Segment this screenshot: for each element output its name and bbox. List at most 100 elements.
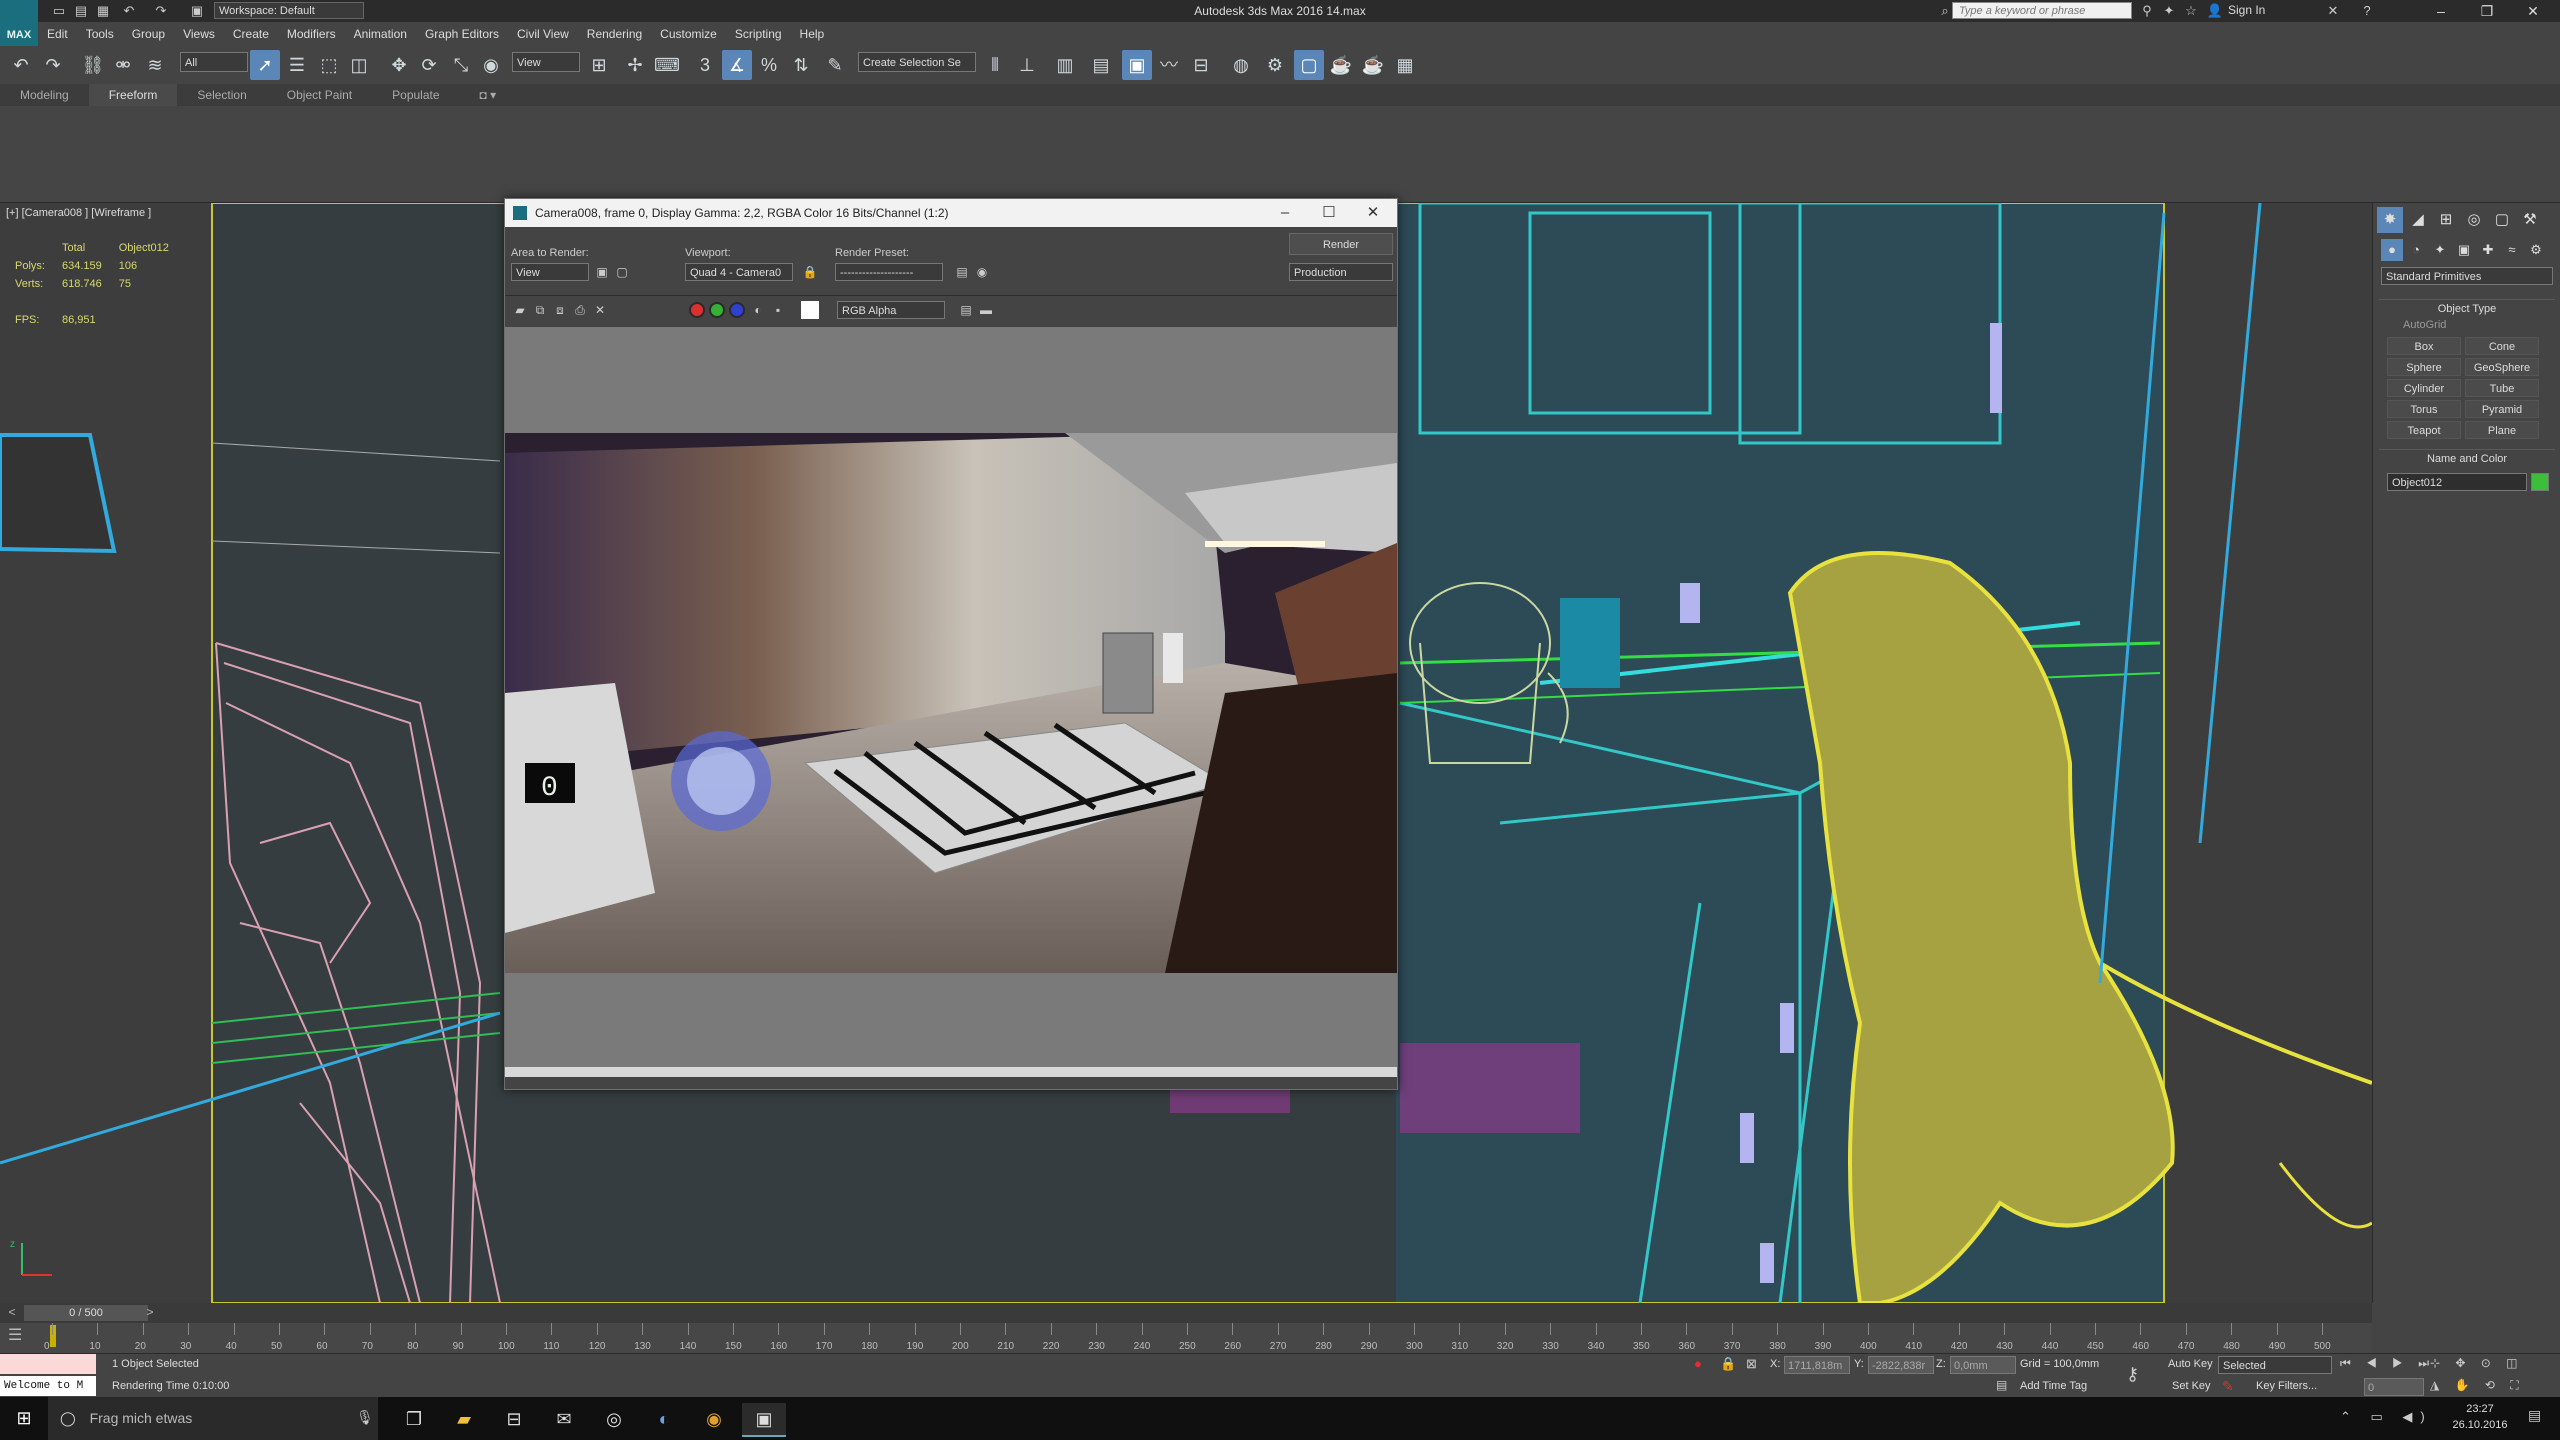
toggle-ui-icon[interactable]: ▬ (977, 301, 995, 319)
display-tab-icon[interactable]: ▢ (2489, 207, 2515, 233)
render-setup-icon[interactable]: ▤ (953, 263, 971, 281)
shapes-icon[interactable]: ◔ (2405, 239, 2427, 261)
object-type-rollout[interactable]: Object Type (2379, 299, 2555, 318)
viewport-select[interactable]: Quad 4 - Camera0 (685, 263, 793, 281)
render-iterative-icon[interactable]: ☕ (1358, 50, 1388, 80)
pyramid-button[interactable]: Pyramid (2465, 400, 2539, 418)
horizontal-scrollbar[interactable] (505, 1067, 1397, 1077)
menu-modifiers[interactable]: Modifiers (278, 22, 345, 46)
add-time-tag-button[interactable]: Add Time Tag (2020, 1380, 2087, 1392)
browser-icon[interactable]: ◐ (642, 1403, 686, 1435)
tube-button[interactable]: Tube (2465, 379, 2539, 397)
named-selection-set-select[interactable]: Create Selection Se (858, 52, 976, 72)
percent-snap-icon[interactable]: % (754, 50, 784, 80)
time-slider[interactable]: < 0 / 500 > (0, 1303, 2372, 1323)
restore-button[interactable]: ❐ (2464, 0, 2510, 22)
toggle-ui-overlay-icon[interactable]: ▤ (957, 301, 975, 319)
system-clock[interactable]: 23:27 26.10.2016 (2440, 1401, 2520, 1433)
place-icon[interactable]: ◉ (476, 50, 506, 80)
track-bar[interactable]: ☰ 0 10 20 30 40 50 60 70 80 90 100 110 120 130 140 150 1… (0, 1323, 2372, 1353)
name-and-color-rollout[interactable]: Name and Color (2379, 449, 2555, 468)
rect-selection-icon[interactable]: ⬚ (314, 50, 344, 80)
new-file-icon[interactable]: ▭ (48, 2, 70, 20)
modify-tab-icon[interactable]: ◢ (2405, 207, 2431, 233)
green-channel-toggle[interactable] (709, 302, 725, 318)
viewport-nav-controls[interactable]: ⊹ ✥ ⊙ ◫ (2430, 1356, 2524, 1370)
edit-named-selection-icon[interactable]: ✎ (820, 50, 850, 80)
y-coordinate-field[interactable]: -2822,838r (1868, 1356, 1934, 1374)
select-and-link-icon[interactable]: ⛓ (78, 50, 108, 80)
lights-icon[interactable]: ✦ (2429, 239, 2451, 261)
selection-lock-icon[interactable]: 🔒 (1720, 1356, 1736, 1372)
menu-edit[interactable]: Edit (38, 22, 77, 46)
viewport-nav-controls-2[interactable]: ◮ ✋ ⟲ ⛶ (2430, 1378, 2525, 1393)
auto-region-icon[interactable]: ▢ (613, 263, 631, 281)
manipulate-icon[interactable]: ✢ (620, 50, 650, 80)
maxscript-listener-input[interactable]: Welcome to M (0, 1376, 96, 1396)
edit-region-icon[interactable]: ▣ (593, 263, 611, 281)
space-warps-icon[interactable]: ≈ (2501, 239, 2523, 261)
isolate-icon[interactable]: ● (1694, 1356, 1702, 1371)
menu-create[interactable]: Create (224, 22, 278, 46)
menu-customize[interactable]: Customize (651, 22, 726, 46)
snaps-toggle-icon[interactable]: 3 (690, 50, 720, 80)
utilities-tab-icon[interactable]: ⚒ (2517, 207, 2543, 233)
menu-views[interactable]: Views (174, 22, 224, 46)
open-file-icon[interactable]: ▤ (70, 2, 92, 20)
move-icon[interactable]: ✥ (384, 50, 414, 80)
time-slider-prev-icon[interactable]: < (4, 1305, 20, 1321)
render-setup-icon[interactable]: ⚙ (1260, 50, 1290, 80)
close-button[interactable]: ✕ (2510, 0, 2556, 22)
create-tab-icon[interactable]: ✸ (2377, 207, 2403, 233)
system-tray-icons[interactable]: ⌃ ▭ ◀) (2340, 1409, 2433, 1425)
redo-icon[interactable]: ↷ (38, 50, 68, 80)
tab-freeform[interactable]: Freeform (88, 84, 178, 106)
notification-center-icon[interactable]: ▤ (2528, 1407, 2541, 1424)
render-cloud-icon[interactable]: ▦ (1390, 50, 1420, 80)
render-window-minimize-button[interactable]: – (1263, 199, 1307, 227)
save-image-icon[interactable]: ▰ (511, 301, 529, 319)
playback-controls[interactable]: ⏮ ◀ ▶ ⏭ (2340, 1356, 2435, 1371)
object-name-input[interactable]: Object012 (2387, 473, 2527, 491)
monochrome-icon[interactable]: ▪ (769, 301, 787, 319)
workspace-select[interactable]: Workspace: Default (214, 2, 364, 19)
current-frame-field[interactable]: 0 (2364, 1378, 2424, 1396)
user-icon[interactable]: 👤 (2204, 2, 2226, 20)
task-view-icon[interactable]: ❐ (392, 1403, 436, 1435)
auto-key-button[interactable]: Auto Key (2168, 1358, 2213, 1370)
rotate-icon[interactable]: ⟳ (414, 50, 444, 80)
undo-icon[interactable]: ↶ (6, 50, 36, 80)
store-icon[interactable]: ⊟ (492, 1403, 536, 1435)
rendered-frame-window-icon[interactable]: ▢ (1294, 50, 1324, 80)
reference-coordinate-select[interactable]: View (512, 52, 580, 72)
sign-in-link[interactable]: Sign In (2228, 3, 2265, 17)
render-button[interactable]: Render (1289, 233, 1393, 255)
redo-icon[interactable]: ↷ (150, 2, 172, 20)
key-mode-select[interactable]: Selected (2218, 1356, 2332, 1374)
swatch-color-box[interactable] (801, 301, 819, 319)
cylinder-button[interactable]: Cylinder (2387, 379, 2461, 397)
favorites-icon[interactable]: ☆ (2180, 2, 2202, 20)
menu-tools[interactable]: Tools (77, 22, 123, 46)
render-window-titlebar[interactable]: Camera008, frame 0, Display Gamma: 2,2, … (505, 199, 1397, 227)
tab-modeling[interactable]: Modeling (0, 84, 89, 106)
undo-icon[interactable]: ↶ (118, 2, 140, 20)
time-slider-next-icon[interactable]: > (142, 1305, 158, 1321)
subscription-icon[interactable]: ✦ (2158, 2, 2180, 20)
pivot-center-icon[interactable]: ⊞ (584, 50, 614, 80)
exchange-apps-icon[interactable]: ✕ (2322, 2, 2344, 20)
key-filters-button[interactable]: Key Filters... (2256, 1380, 2317, 1392)
geometry-icon[interactable]: ● (2381, 239, 2403, 261)
binoculars-icon[interactable]: ⚲ (2136, 2, 2158, 20)
alpha-channel-icon[interactable]: ◐ (749, 301, 767, 319)
frame-counter[interactable]: 0 / 500 (24, 1305, 148, 1321)
time-tag-icon[interactable]: ▤ (1996, 1378, 2007, 1392)
systems-icon[interactable]: ⚙ (2525, 239, 2547, 261)
save-file-icon[interactable]: ▦ (92, 2, 114, 20)
tab-populate[interactable]: Populate (372, 84, 459, 106)
help-search-input[interactable]: Type a keyword or phrase (1952, 2, 2132, 19)
clone-window-icon[interactable]: ⧈ (551, 301, 569, 319)
clear-image-icon[interactable]: ✕ (591, 301, 609, 319)
angle-snap-icon[interactable]: ∡ (722, 50, 752, 80)
copy-image-icon[interactable]: ⧉ (531, 301, 549, 319)
